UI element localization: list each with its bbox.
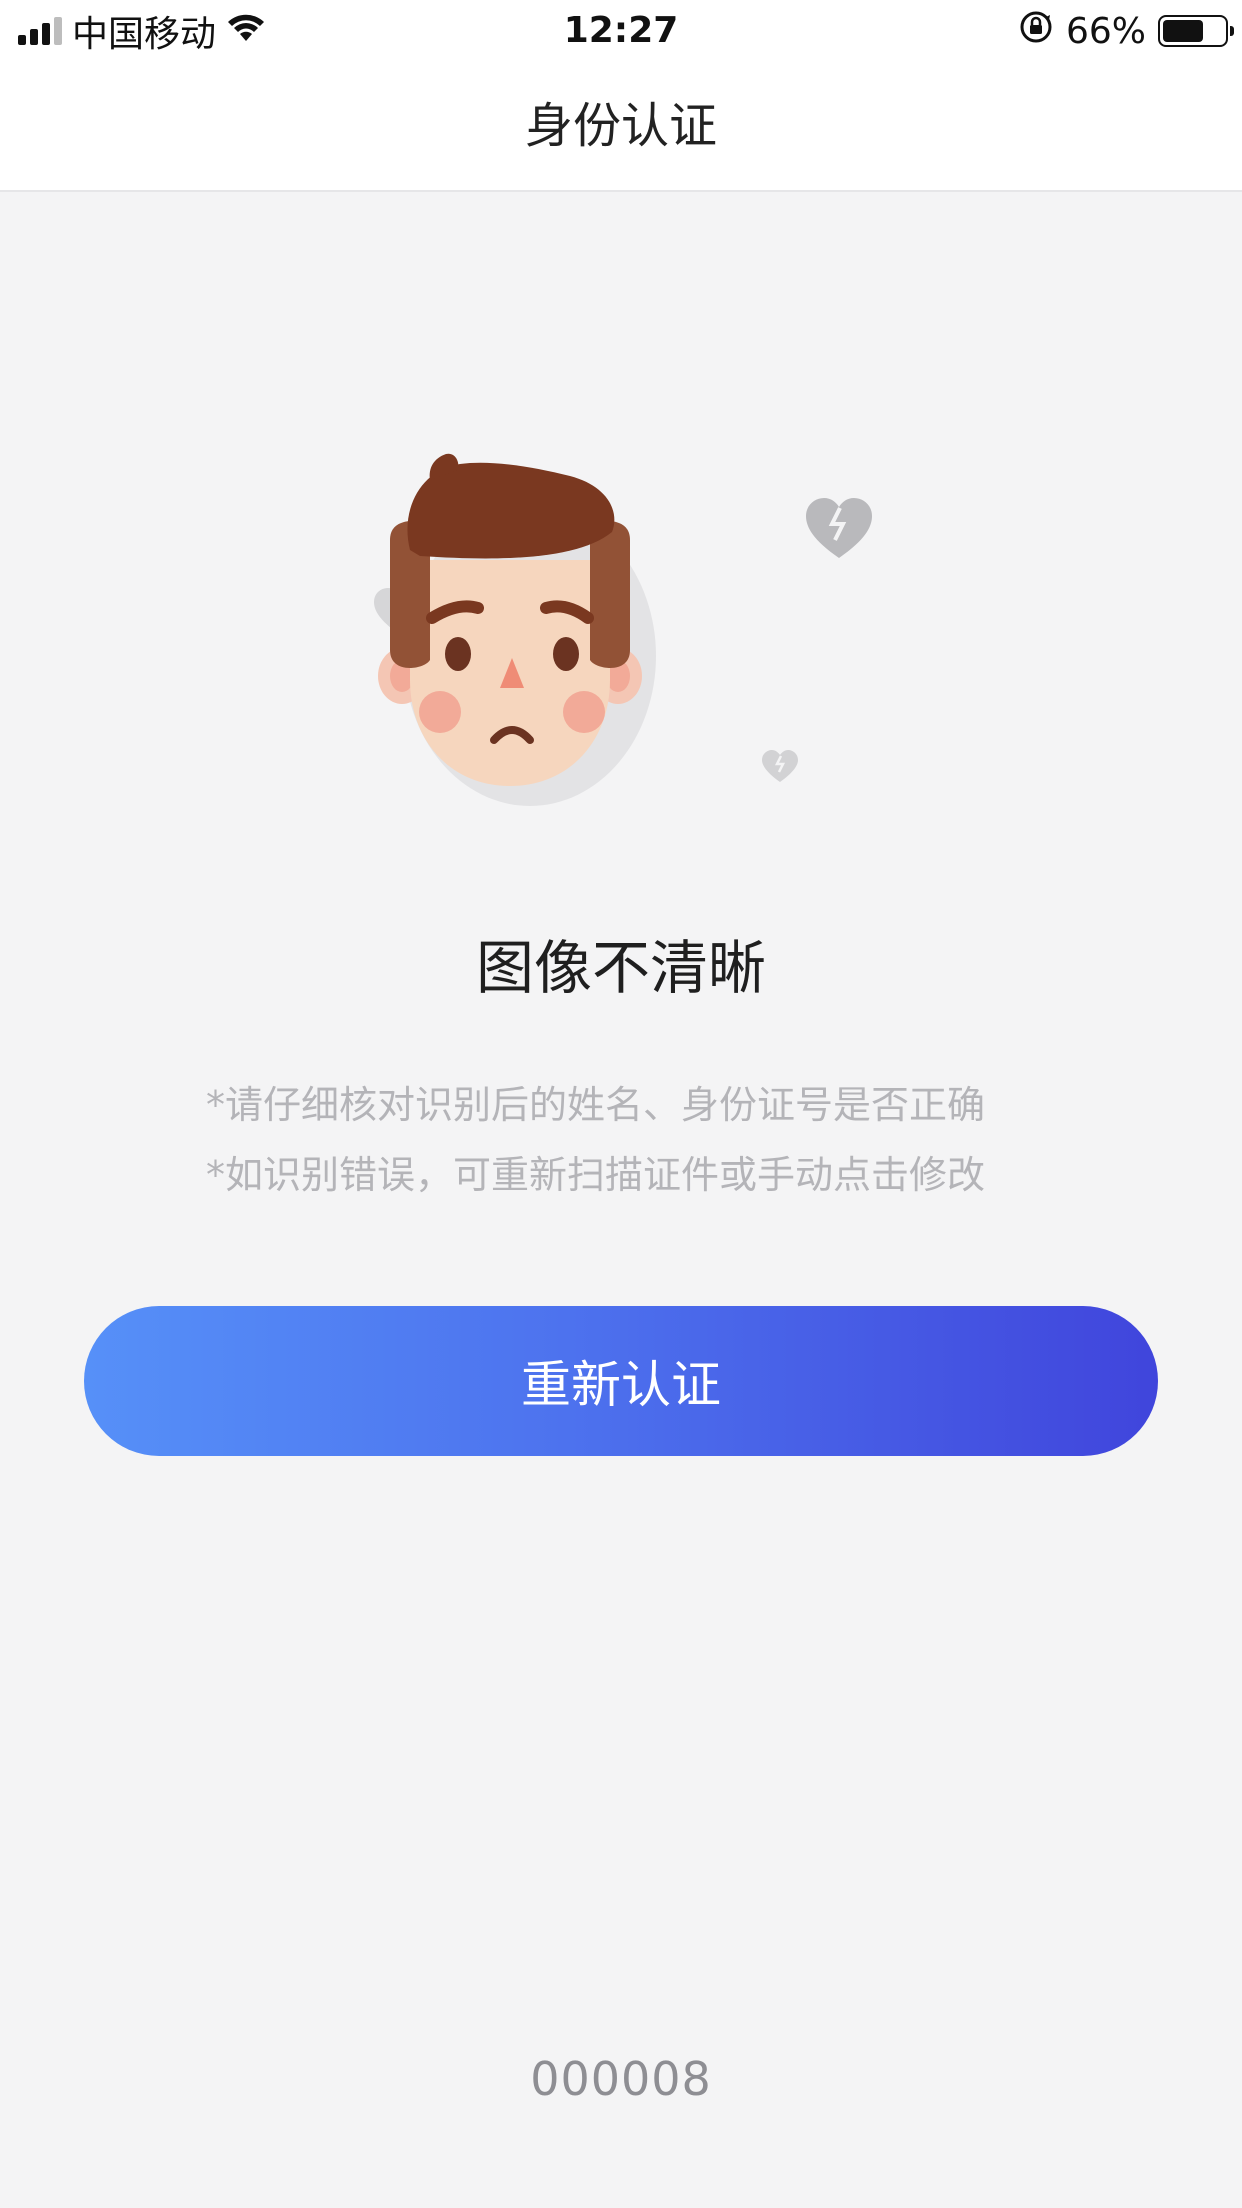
orientation-lock-icon	[1018, 9, 1054, 54]
battery-percent: 66%	[1065, 10, 1146, 52]
battery-icon	[1158, 15, 1234, 47]
error-title: 图像不清晰	[475, 934, 766, 1002]
sad-face-broken-hearts-icon	[350, 440, 910, 820]
page-title: 身份认证	[524, 98, 717, 154]
hint-list: *请仔细核对识别后的姓名、身份证号是否正确 *如识别错误，可重新扫描证件或手动点…	[206, 1070, 1046, 1210]
retry-button-label: 重新认证	[521, 1356, 721, 1414]
broken-heart-icon	[806, 498, 872, 558]
nav-bar: 身份认证	[0, 62, 1242, 192]
broken-heart-icon	[762, 750, 798, 782]
hint-line: *请仔细核对识别后的姓名、身份证号是否正确	[206, 1083, 986, 1127]
status-bar: 中国移动 12:27 66%	[0, 0, 1242, 62]
retry-authentication-button[interactable]: 重新认证	[84, 1306, 1158, 1456]
status-right: 66%	[1018, 8, 1234, 54]
error-code: 000008	[530, 2052, 712, 2106]
page: 中国移动 12:27 66% 身份认证 图像不清晰 *请仔细核对识别后的姓名、身…	[0, 0, 1242, 2208]
hint-line: *如识别错误，可重新扫描证件或手动点击修改	[206, 1153, 986, 1197]
